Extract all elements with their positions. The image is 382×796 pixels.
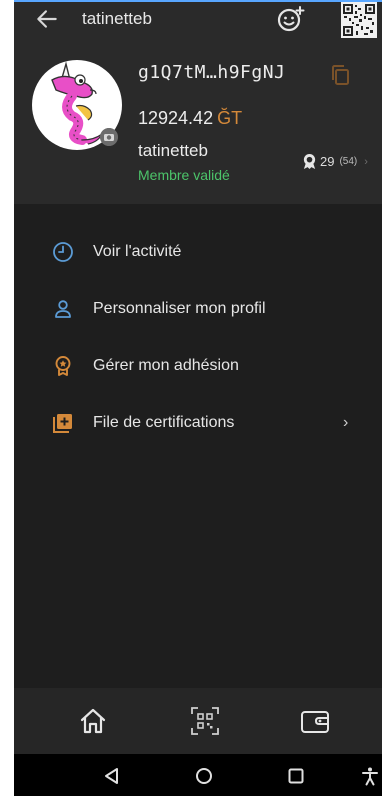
username: tatinetteb [138, 141, 208, 160]
clock-icon [53, 242, 73, 262]
system-navigation [14, 754, 382, 796]
smiley-plus-icon[interactable] [276, 4, 306, 34]
camera-icon[interactable] [100, 128, 118, 146]
menu-item-certification-queue[interactable]: File de certifications › [14, 401, 382, 445]
balance-value: 12924.42 [138, 108, 214, 128]
top-accent-line [14, 0, 382, 2]
recents-square-icon[interactable] [286, 766, 306, 786]
wallet-icon[interactable] [300, 706, 330, 736]
back-triangle-icon[interactable] [102, 766, 122, 786]
membership-status: Membre validé [138, 167, 230, 183]
menu-item-label: Gérer mon adhésion [93, 357, 239, 374]
user-icon [55, 300, 71, 318]
chevron-right-icon: › [343, 414, 349, 431]
app-screen: tatinetteb g1Q7tM…h9FgNJ 12924.42 ĞT tat… [14, 0, 382, 796]
menu-item-label: File de certifications [93, 414, 235, 431]
certifications-count[interactable]: 29 (54) › [302, 153, 368, 170]
balance-unit: ĞT [217, 108, 243, 128]
chevron-right-icon: › [364, 155, 368, 168]
badge-icon [55, 356, 71, 376]
qr-scan-icon[interactable] [190, 706, 220, 736]
bottom-navigation [14, 688, 382, 754]
menu-item-label: Personnaliser mon profil [93, 300, 266, 317]
qr-code-icon[interactable] [341, 2, 377, 38]
certification-badge-icon [303, 154, 316, 169]
certifications-value: 29 [320, 154, 335, 169]
arrow-left-icon[interactable] [34, 6, 60, 32]
accessibility-icon[interactable] [360, 766, 380, 786]
menu-item-customize-profile[interactable]: Personnaliser mon profil [14, 287, 382, 331]
profile-header: tatinetteb g1Q7tM…h9FgNJ 12924.42 ĞT tat… [14, 0, 382, 204]
add-box-icon [53, 414, 72, 433]
page-title: tatinetteb [82, 9, 152, 28]
public-key[interactable]: g1Q7tM…h9FgNJ [138, 62, 285, 83]
home-circle-icon[interactable] [194, 766, 214, 786]
copy-icon[interactable] [330, 64, 350, 86]
menu-item-label: Voir l'activité [93, 243, 182, 260]
menu-item-activity[interactable]: Voir l'activité [14, 230, 382, 274]
menu-item-membership[interactable]: Gérer mon adhésion [14, 344, 382, 388]
balance: 12924.42 ĞT [138, 108, 242, 129]
home-icon[interactable] [78, 706, 108, 736]
certifications-extra: (54) [339, 156, 358, 167]
